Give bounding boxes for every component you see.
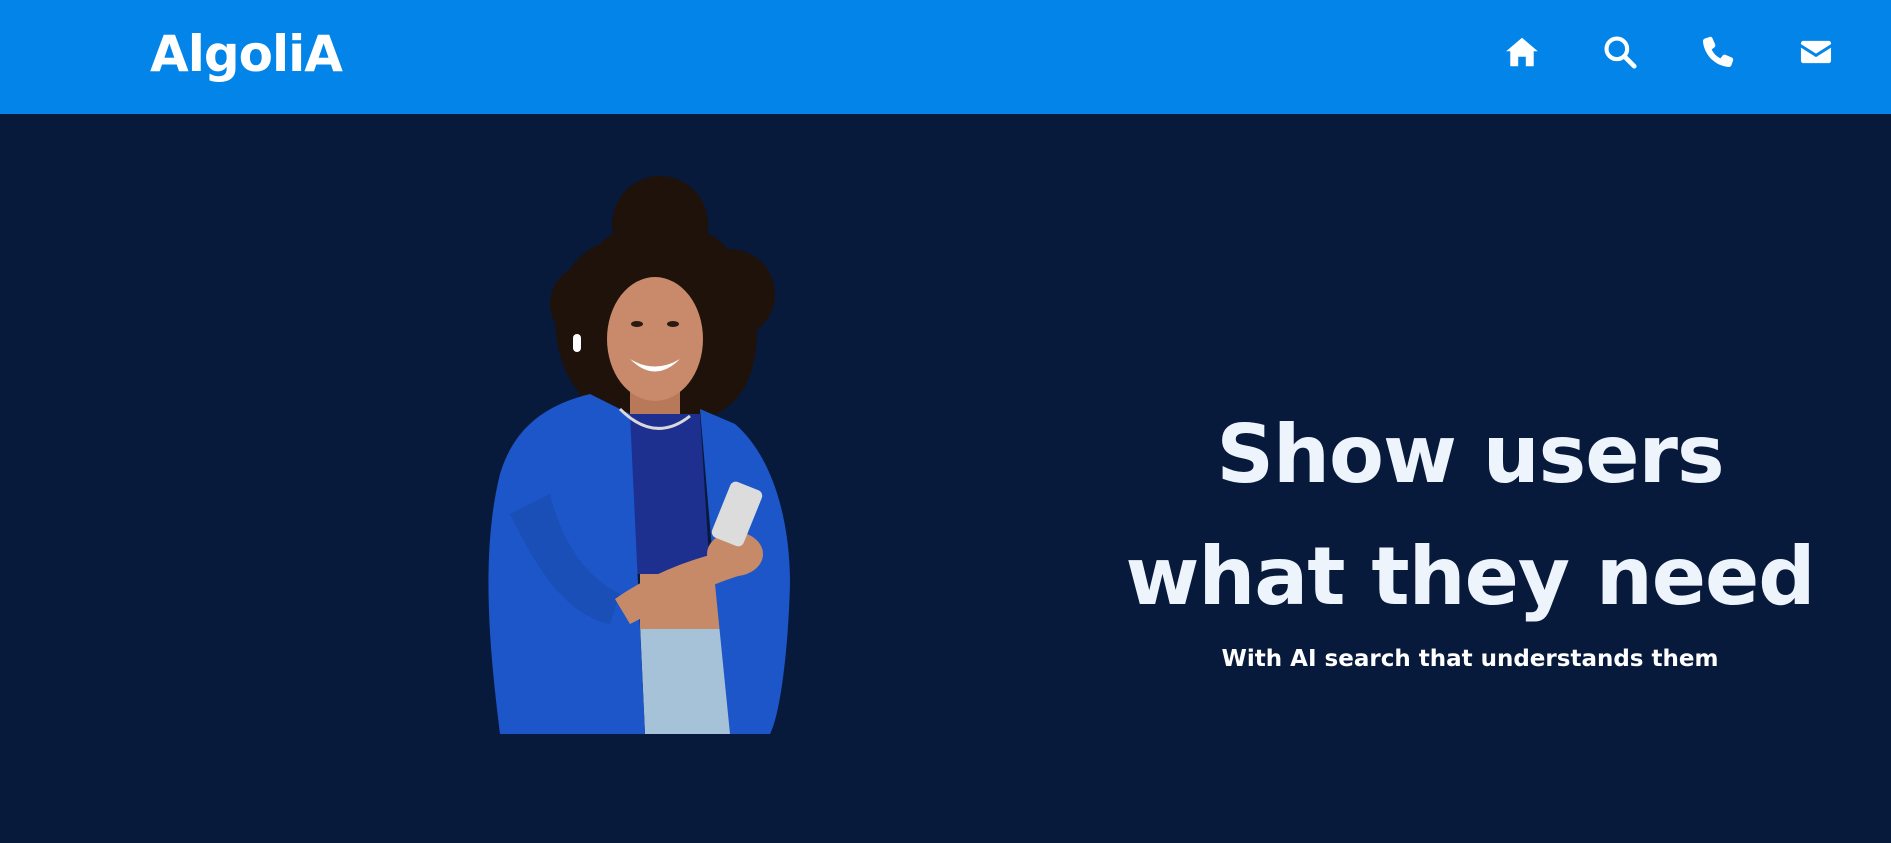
mail-icon[interactable] [1796, 32, 1836, 72]
search-icon[interactable] [1600, 32, 1640, 72]
nav-icon-bar [1502, 32, 1836, 72]
top-navbar: AlgoliA [0, 0, 1891, 114]
hero-copy: Show users what they need With AI search… [1110, 394, 1830, 672]
hero-headline-line1: Show users [1216, 408, 1724, 501]
site-logo[interactable]: AlgoliA [150, 22, 343, 86]
home-icon[interactable] [1502, 32, 1542, 72]
hero-image [470, 154, 850, 734]
hero-section: Show users what they need With AI search… [0, 114, 1891, 843]
hero-headline: Show users what they need [1110, 394, 1830, 638]
hero-headline-line2: what they need [1125, 530, 1815, 623]
phone-icon[interactable] [1698, 32, 1738, 72]
hero-subheadline: With AI search that understands them [1221, 646, 1719, 672]
